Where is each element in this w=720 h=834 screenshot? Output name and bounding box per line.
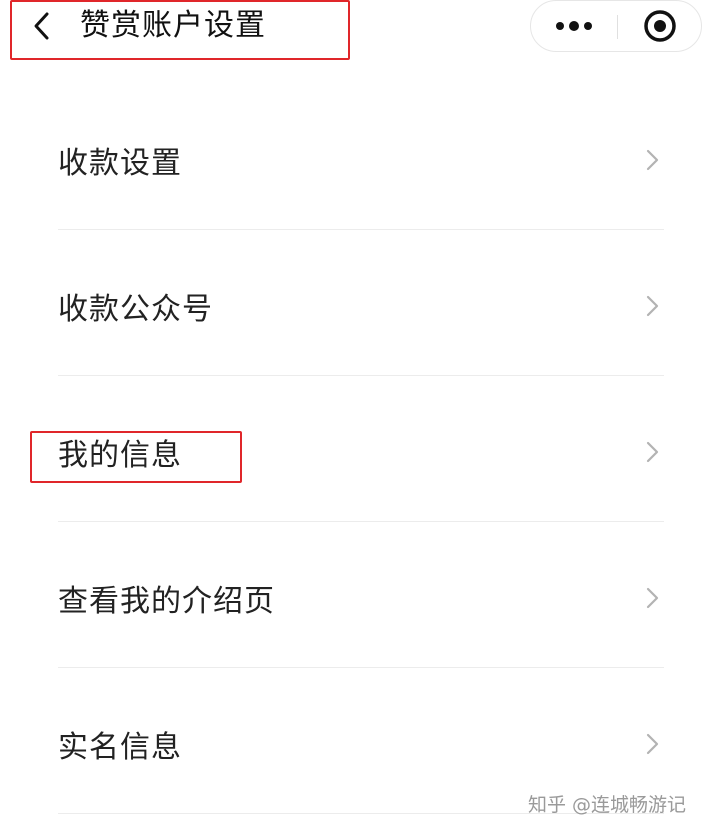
menu-item-intro-page[interactable]: 查看我的介绍页 [0,538,720,658]
chevron-right-icon [646,733,659,755]
divider [58,521,664,522]
menu-item-my-info[interactable]: 我的信息 [0,392,720,512]
target-circle-icon [644,10,676,42]
close-button[interactable] [618,1,702,51]
more-button[interactable] [531,1,617,51]
chevron-right-icon [646,295,659,317]
menu-item-payment-settings[interactable]: 收款设置 [0,100,720,220]
menu-item-payment-account[interactable]: 收款公众号 [0,246,720,366]
divider [58,667,664,668]
menu-item-label: 收款设置 [58,146,182,181]
chevron-right-icon [646,149,659,171]
menu-item-real-name-info[interactable]: 实名信息 [0,684,720,804]
chevron-left-icon [34,12,49,40]
chevron-right-icon [646,441,659,463]
mini-program-capsule [530,0,702,52]
watermark: 知乎 @连城畅游记 [528,794,687,816]
chevron-right-icon [646,587,659,609]
menu-item-label: 收款公众号 [58,292,213,327]
back-button[interactable] [24,6,60,46]
menu-item-label: 查看我的介绍页 [58,584,275,619]
navigation-bar: 赞赏账户设置 [0,0,720,60]
menu-item-label: 我的信息 [58,438,182,473]
divider [58,375,664,376]
divider [58,229,664,230]
menu-item-label: 实名信息 [58,730,182,765]
page-title: 赞赏账户设置 [80,8,266,43]
more-dots-icon [556,21,592,31]
